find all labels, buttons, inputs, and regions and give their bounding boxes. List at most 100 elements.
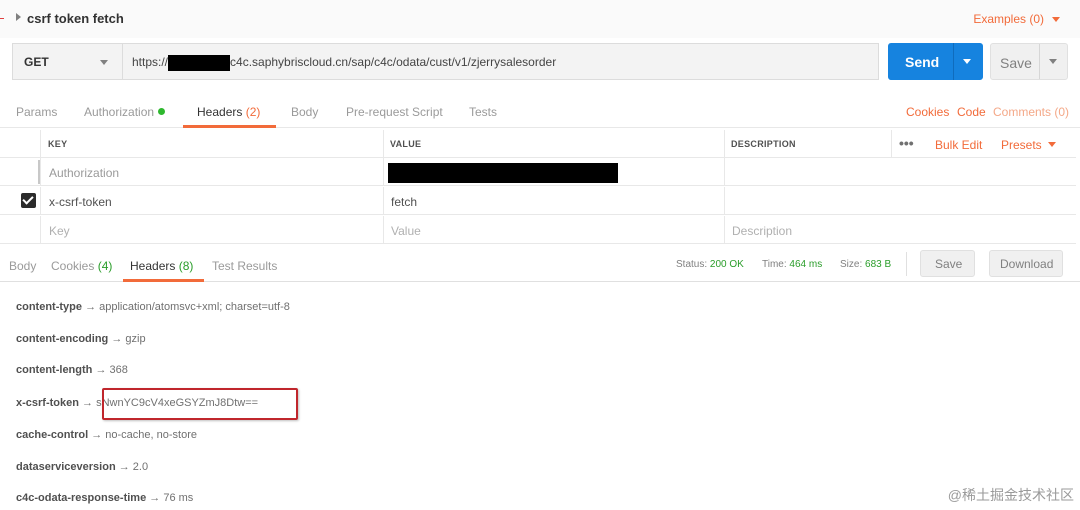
chevron-down-icon[interactable]: [1048, 142, 1056, 147]
code-link[interactable]: Code: [957, 105, 986, 119]
new-description-input[interactable]: Description: [732, 224, 792, 238]
column-divider: [40, 158, 41, 186]
tab-cookies-label: Cookies: [51, 259, 95, 273]
cookies-link[interactable]: Cookies: [906, 105, 949, 119]
column-divider: [383, 216, 384, 244]
url-suffix: c4c.saphybriscloud.cn/sap/c4c/odata/cust…: [230, 55, 557, 70]
arrow-icon: →: [82, 397, 94, 409]
save-request-button[interactable]: Save: [990, 43, 1068, 80]
collapse-caret-icon[interactable]: [16, 13, 21, 21]
comments-link[interactable]: Comments (0): [993, 105, 1069, 119]
bulk-edit-link[interactable]: Bulk Edit: [935, 138, 982, 152]
response-header-key: content-type: [16, 301, 82, 313]
tab-prerequest-script[interactable]: Pre-request Script: [346, 105, 443, 119]
response-header-line: cache-control → no-cache, no-store: [16, 429, 197, 441]
presets-dropdown[interactable]: Presets: [1001, 138, 1042, 152]
new-value-input[interactable]: Value: [391, 224, 421, 238]
active-tab-underline: [123, 279, 204, 282]
tab-response-cookies[interactable]: Cookies (4): [51, 259, 112, 273]
chevron-down-icon[interactable]: [1052, 17, 1060, 22]
response-header-key: content-encoding: [16, 333, 109, 345]
time-value: 464 ms: [789, 259, 823, 270]
tab-response-headers[interactable]: Headers (8): [130, 259, 193, 273]
header-row-new: Key Value Description: [0, 216, 1076, 244]
response-header-line: content-encoding → gzip: [16, 333, 146, 345]
header-key[interactable]: x-csrf-token: [49, 195, 112, 209]
save-divider: [1039, 44, 1040, 79]
url-prefix: https://: [132, 55, 169, 70]
response-header-key: x-csrf-token: [16, 397, 79, 409]
save-options-chevron-icon[interactable]: [1049, 59, 1057, 64]
more-options-icon[interactable]: •••: [899, 135, 914, 151]
tab-headers-label: Headers: [197, 105, 243, 119]
url-input[interactable]: https:// c4c.saphybriscloud.cn/sap/c4c/od…: [122, 43, 879, 80]
download-button[interactable]: Download: [989, 250, 1063, 277]
response-header-value: application/atomsvc+xml; charset=utf-8: [99, 301, 290, 313]
response-header-value: 368: [109, 364, 128, 376]
header-value[interactable]: fetch: [391, 195, 417, 209]
tab-test-results[interactable]: Test Results: [212, 259, 277, 273]
header-row-authorization: Authorization: [0, 158, 1076, 186]
response-header-key: content-length: [16, 364, 93, 376]
column-divider: [724, 130, 725, 158]
redacted-block: [168, 55, 231, 71]
request-title-bar: csrf token fetch Examples (0): [0, 0, 1080, 38]
tab-response-body[interactable]: Body: [9, 259, 36, 273]
arrow-icon: →: [85, 301, 97, 313]
method-select[interactable]: GET: [12, 43, 122, 80]
tab-cookies-count: (4): [97, 259, 113, 273]
header-key[interactable]: Authorization: [49, 166, 119, 180]
new-key-input[interactable]: Key: [49, 224, 70, 238]
arrow-icon: →: [95, 364, 107, 376]
response-header-value: no-cache, no-store: [105, 429, 197, 441]
examples-dropdown[interactable]: Examples (0): [973, 12, 1044, 26]
status-readout: Status: 200 OK: [676, 259, 744, 270]
arrow-icon: →: [149, 492, 161, 504]
chevron-down-icon: [100, 60, 108, 65]
column-divider: [383, 187, 384, 215]
size-label: Size:: [840, 259, 863, 270]
redacted-value[interactable]: [388, 163, 618, 183]
tab-tests[interactable]: Tests: [469, 105, 497, 119]
tab-response-headers-label: Headers: [130, 259, 176, 273]
enable-checkbox[interactable]: [21, 193, 36, 208]
response-header-value: 76 ms: [163, 492, 194, 504]
download-label: Download: [1000, 257, 1054, 271]
tab-headers[interactable]: Headers (2): [197, 105, 260, 119]
request-name[interactable]: csrf token fetch: [27, 11, 124, 26]
tab-params[interactable]: Params: [16, 105, 57, 119]
method-label: GET: [24, 55, 49, 69]
response-header-line: dataserviceversion → 2.0: [16, 461, 148, 473]
tab-headers-count: (2): [245, 105, 261, 119]
column-divider: [891, 130, 892, 158]
response-header-value: gzip: [125, 333, 146, 345]
save-label: Save: [1000, 55, 1032, 71]
column-divider: [383, 130, 384, 158]
save-response-button[interactable]: Save: [920, 250, 975, 277]
send-button[interactable]: Send: [888, 43, 983, 80]
status-label: Status:: [676, 259, 708, 270]
response-header-key: cache-control: [16, 429, 89, 441]
tab-authorization[interactable]: Authorization: [84, 105, 166, 119]
highlight-annotation-box: [102, 388, 298, 420]
arrow-icon: →: [91, 429, 103, 441]
active-tab-underline: [183, 125, 276, 128]
tab-authorization-label: Authorization: [84, 105, 155, 119]
column-value: VALUE: [390, 139, 422, 149]
column-divider: [40, 187, 41, 215]
header-row-csrf: x-csrf-token fetch: [0, 187, 1076, 215]
column-description: DESCRIPTION: [731, 139, 796, 149]
column-divider: [724, 216, 725, 244]
tab-response-headers-count: (8): [178, 259, 194, 273]
tab-body[interactable]: Body: [291, 105, 318, 119]
time-label: Time:: [762, 259, 787, 270]
response-meta-divider: [906, 252, 907, 276]
status-dot-icon: [158, 108, 166, 115]
response-tabs: Body Cookies (4) Headers (8) Test Result…: [0, 250, 1080, 282]
response-header-line: c4c-odata-response-time → 76 ms: [16, 492, 193, 504]
send-options-chevron-icon[interactable]: [963, 59, 971, 64]
response-header-value: 2.0: [132, 461, 149, 473]
column-divider: [383, 158, 384, 186]
column-divider: [40, 216, 41, 244]
response-header-key: dataserviceversion: [16, 461, 116, 473]
